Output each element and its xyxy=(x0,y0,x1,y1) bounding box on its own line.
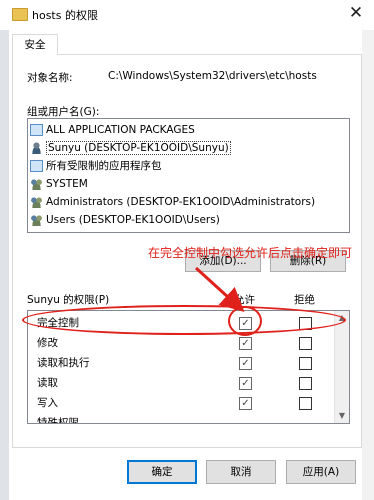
allow-checkbox-full-control[interactable]: ✓ xyxy=(239,317,252,330)
deny-column-header: 拒绝 xyxy=(294,294,315,306)
list-item[interactable]: SYSTEM xyxy=(30,175,88,193)
groups-label: 组或用户名(G): xyxy=(27,106,100,118)
package-icon xyxy=(30,124,43,136)
deny-checkbox-modify[interactable] xyxy=(299,337,312,350)
permission-row: 写入 ✓ xyxy=(28,393,333,413)
object-name-value: C:\Windows\System32\drivers\etc\hosts xyxy=(108,70,317,82)
apply-button[interactable]: 应用(A) xyxy=(286,460,356,484)
deny-checkbox-read-execute[interactable] xyxy=(299,357,312,370)
cancel-button[interactable]: 取消 xyxy=(206,460,276,484)
permissions-list: 完全控制 ✓ 修改 ✓ 读取和执行 ✓ 读取 ✓ 写入 ✓ 特殊权限 ▲ ▼ xyxy=(27,310,350,424)
user-icon xyxy=(30,142,43,154)
permissions-title: Sunyu 的权限(P) xyxy=(27,294,110,306)
title-bar: hosts 的权限 ✕ xyxy=(0,0,374,30)
permission-row: 修改 ✓ xyxy=(28,333,333,353)
background-window-strip-right xyxy=(362,30,374,500)
scroll-down-icon[interactable]: ▼ xyxy=(335,409,349,423)
allow-checkbox-read[interactable]: ✓ xyxy=(239,377,252,390)
permission-label: 修改 xyxy=(37,337,58,349)
permission-label: 特殊权限 xyxy=(37,417,79,424)
permission-label: 读取 xyxy=(37,377,58,389)
allow-checkbox-write[interactable]: ✓ xyxy=(239,397,252,410)
allow-checkbox-modify[interactable]: ✓ xyxy=(239,337,252,350)
deny-checkbox-write[interactable] xyxy=(299,397,312,410)
tab-security[interactable]: 安全 xyxy=(12,34,58,55)
permission-label: 读取和执行 xyxy=(37,357,90,369)
group-icon xyxy=(30,196,43,208)
allow-column-header: 允许 xyxy=(234,294,255,306)
folder-icon xyxy=(12,8,28,21)
group-icon xyxy=(30,214,43,226)
list-item[interactable]: Users (DESKTOP-EK1OOID\Users) xyxy=(30,211,220,229)
group-icon xyxy=(30,178,43,190)
list-item[interactable]: 所有受限制的应用程序包 xyxy=(30,157,162,175)
permissions-scrollbar[interactable]: ▲ ▼ xyxy=(334,311,349,423)
permission-label: 完全控制 xyxy=(37,317,79,329)
ok-button[interactable]: 确定 xyxy=(127,460,197,484)
permission-row: 完全控制 ✓ xyxy=(28,313,333,333)
permission-row: 读取和执行 ✓ xyxy=(28,353,333,373)
list-item[interactable]: ALL APPLICATION PACKAGES xyxy=(30,121,195,139)
permission-row: 读取 ✓ xyxy=(28,373,333,393)
deny-checkbox-read[interactable] xyxy=(299,377,312,390)
object-name-label: 对象名称: xyxy=(27,72,73,84)
list-item[interactable]: Sunyu (DESKTOP-EK1OOID\Sunyu) xyxy=(30,139,231,157)
scroll-up-icon[interactable]: ▲ xyxy=(335,311,349,325)
window-title: hosts 的权限 xyxy=(32,9,98,22)
groups-list[interactable]: ALL APPLICATION PACKAGES Sunyu (DESKTOP-… xyxy=(27,118,350,233)
permission-label: 写入 xyxy=(37,397,58,409)
package-icon xyxy=(30,160,43,172)
background-window-strip-left xyxy=(0,30,9,500)
close-icon[interactable]: ✕ xyxy=(346,3,366,23)
permission-row: 特殊权限 xyxy=(28,413,333,424)
deny-checkbox-full-control[interactable] xyxy=(299,317,312,330)
annotation-text: 在完全控制中勾选允许后点击确定即可 xyxy=(148,246,353,260)
list-item[interactable]: Administrators (DESKTOP-EK1OOID\Administ… xyxy=(30,193,315,211)
allow-checkbox-read-execute[interactable]: ✓ xyxy=(239,357,252,370)
